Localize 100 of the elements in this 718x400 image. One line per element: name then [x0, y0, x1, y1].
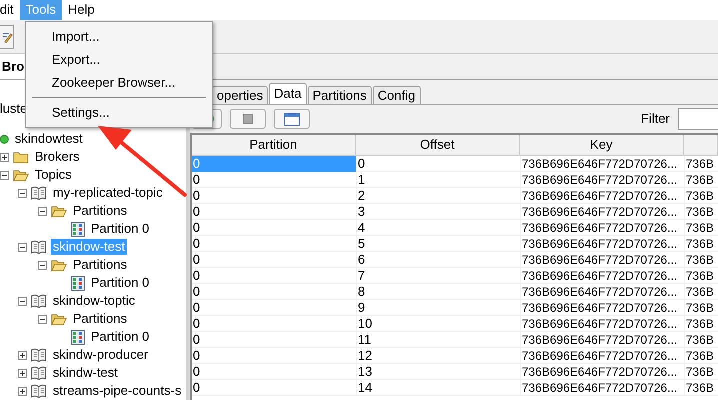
- expand-toggle[interactable]: [18, 368, 27, 378]
- collapse-toggle[interactable]: [38, 314, 47, 324]
- collapse-toggle[interactable]: [38, 206, 47, 216]
- table-cell: 8: [356, 284, 520, 300]
- browser-tab[interactable]: Bro: [0, 54, 28, 79]
- table-cell: 736B696E646F772D70726...: [520, 236, 684, 252]
- table-cell: 13: [356, 364, 520, 380]
- tree-item[interactable]: skindw-producer: [51, 347, 150, 363]
- partition-grid-icon: [71, 276, 85, 290]
- collapse-toggle[interactable]: [18, 296, 27, 306]
- column-header[interactable]: Key: [520, 135, 684, 155]
- table-cell: 736B696E646F772D70726...: [520, 364, 684, 380]
- tree-item[interactable]: Topics: [33, 167, 74, 183]
- table-cell: 736B696E646F772D70726...: [520, 172, 684, 188]
- table-cell-text: 0: [192, 172, 202, 188]
- stop-icon: [243, 114, 253, 124]
- tree-item[interactable]: Partitions: [71, 311, 130, 327]
- table-cell-text: 0: [192, 316, 202, 332]
- tree-item[interactable]: Partitions: [71, 257, 130, 273]
- table-cell-text: 0: [192, 204, 202, 220]
- table-cell-text: 0: [192, 380, 202, 396]
- book-icon: [31, 294, 47, 308]
- table-cell: 736B696E646F772D70726...: [520, 316, 684, 332]
- table-cell-text: 0: [192, 364, 202, 380]
- table-cell: 736B696E646F772D70726...: [520, 348, 684, 364]
- tree-item[interactable]: skindowtest: [13, 131, 85, 147]
- edit-toolbar-button[interactable]: [0, 24, 14, 48]
- expand-toggle[interactable]: [18, 350, 27, 360]
- partition-grid-icon: [71, 222, 85, 236]
- collapse-toggle[interactable]: [0, 170, 9, 180]
- table-cell: 736B: [684, 348, 718, 364]
- table-cell: 736B696E646F772D70726...: [520, 268, 684, 284]
- table-cell: 736B696E646F772D70726...: [520, 220, 684, 236]
- stop-button[interactable]: [230, 109, 266, 129]
- table-cell: 736B: [684, 268, 718, 284]
- tab[interactable]: operties: [212, 86, 268, 104]
- tree-item[interactable]: skindw-test: [51, 365, 120, 381]
- menu-item[interactable]: Settings...: [26, 101, 212, 124]
- table-cell: 736B: [684, 332, 718, 348]
- tree-item[interactable]: skindow-toptic: [51, 293, 138, 309]
- table-cell: 7: [356, 268, 520, 284]
- table-cell: 1: [356, 172, 520, 188]
- menu-item[interactable]: Import...: [26, 25, 212, 48]
- table-cell: 11: [356, 332, 520, 348]
- table-cell: 736B696E646F772D70726...: [520, 156, 684, 172]
- menu-item[interactable]: dit: [0, 0, 20, 20]
- expand-toggle[interactable]: [0, 152, 9, 162]
- table-cell: 736B: [684, 236, 718, 252]
- menu-item[interactable]: Export...: [26, 48, 212, 71]
- table-cell: 736B: [684, 380, 718, 396]
- book-icon: [31, 186, 47, 200]
- column-header[interactable]: Offset: [356, 135, 520, 155]
- collapse-toggle[interactable]: [18, 188, 27, 198]
- open-folder-icon: [13, 168, 29, 182]
- table-cell: 736B696E646F772D70726...: [520, 380, 684, 396]
- table-cell: 736B696E646F772D70726...: [520, 332, 684, 348]
- table-cell: 0: [192, 156, 356, 172]
- tree-item[interactable]: Partitions: [71, 203, 130, 219]
- table-cell-text: 0: [192, 188, 202, 204]
- filter-field[interactable]: [678, 108, 718, 130]
- table-cell: 736B696E646F772D70726...: [520, 204, 684, 220]
- book-icon: [31, 348, 47, 362]
- filter-label: Filter: [641, 110, 670, 128]
- tree-item[interactable]: Partition 0: [89, 275, 152, 291]
- tree-item[interactable]: Brokers: [33, 149, 82, 165]
- tree-item[interactable]: Partition 0: [89, 221, 152, 237]
- column-header[interactable]: Partition: [192, 135, 356, 155]
- table-cell-text: 0: [192, 300, 202, 316]
- collapse-toggle[interactable]: [18, 242, 27, 252]
- tree-item[interactable]: my-replicated-topic: [51, 185, 165, 201]
- table-cell: 9: [356, 300, 520, 316]
- menu-item[interactable]: Help: [62, 0, 101, 20]
- table-cell: 12: [356, 348, 520, 364]
- table-cell: 0: [356, 156, 520, 172]
- tree-item[interactable]: streams-pipe-counts-s: [51, 383, 184, 399]
- table-cell: 2: [356, 188, 520, 204]
- table-cell-text: 0: [192, 348, 202, 364]
- table-cell: 736B696E646F772D70726...: [520, 284, 684, 300]
- table-cell: 4: [356, 220, 520, 236]
- table-cell-text: 0: [192, 268, 202, 284]
- partition-grid-icon: [71, 330, 85, 344]
- open-folder-icon: [51, 204, 67, 218]
- table-cell: 736B: [684, 156, 718, 172]
- collapse-toggle[interactable]: [38, 260, 47, 270]
- table-cell: 736B: [684, 204, 718, 220]
- table-cell: 736B: [684, 316, 718, 332]
- tab[interactable]: Partitions: [308, 86, 372, 104]
- table-cell-text: 0: [192, 284, 202, 300]
- window-button[interactable]: [274, 109, 310, 129]
- menu-item[interactable]: Zookeeper Browser...: [26, 71, 212, 94]
- tab[interactable]: Data: [269, 83, 307, 104]
- tab[interactable]: Config: [372, 86, 420, 104]
- table-cell: 736B: [684, 364, 718, 380]
- table-cell: 736B: [684, 284, 718, 300]
- table-cell: 736B: [684, 252, 718, 268]
- expand-toggle[interactable]: [18, 386, 27, 396]
- table-cell-text: 0: [192, 236, 202, 252]
- tree-item[interactable]: Partition 0: [89, 329, 152, 345]
- table-cell: 736B696E646F772D70726...: [520, 252, 684, 268]
- open-folder-icon: [51, 312, 67, 326]
